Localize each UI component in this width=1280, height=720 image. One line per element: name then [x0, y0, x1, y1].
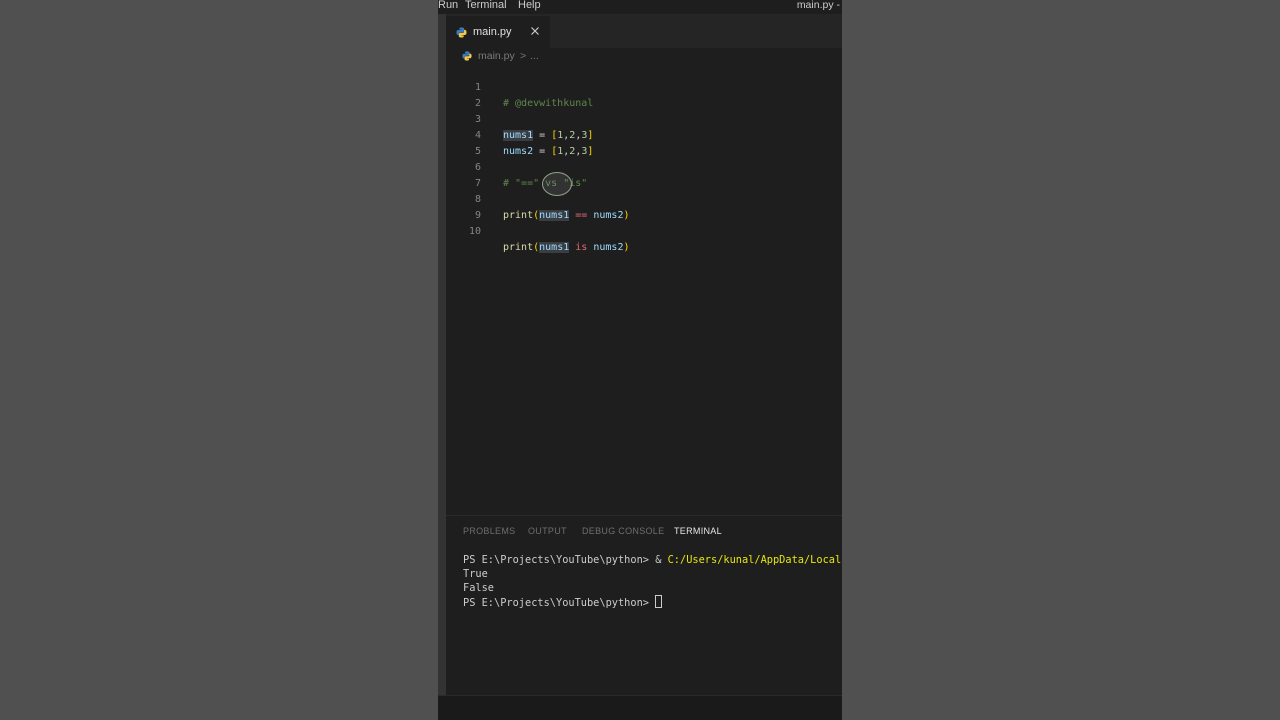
- code-line: 10 print(nums1 is nums2): [446, 208, 842, 253]
- breadcrumb-file[interactable]: main.py: [478, 49, 515, 63]
- code-line: 9: [446, 192, 842, 221]
- tab-output[interactable]: OUTPUT: [528, 524, 567, 538]
- bottom-panel: PROBLEMS OUTPUT DEBUG CONSOLE TERMINAL P…: [446, 515, 842, 696]
- terminal-prompt: PS E:\Projects\YouTube\python>: [463, 554, 656, 566]
- menu-bar: Run Terminal Help main.py -: [438, 0, 842, 14]
- code-editor[interactable]: 1 # @devwithkunal 2 3 nums1 = [1,2,3] 4 …: [446, 64, 842, 515]
- terminal-line: False: [463, 582, 494, 594]
- breadcrumb: main.py > ...: [446, 48, 842, 64]
- tab-label: main.py: [473, 26, 512, 38]
- terminal-line: True: [463, 568, 488, 580]
- tab-debug-console[interactable]: DEBUG CONSOLE: [582, 524, 664, 538]
- code-line: 5: [446, 128, 842, 157]
- terminal-prompt: PS E:\Projects\YouTube\python>: [463, 597, 656, 609]
- terminal-cursor: [655, 595, 663, 608]
- code-line: 4 nums2 = [1,2,3]: [446, 112, 842, 157]
- activity-bar: [438, 14, 446, 700]
- tab-problems[interactable]: PROBLEMS: [463, 524, 515, 538]
- terminal-line: PS E:\Projects\YouTube\python> & C:/User…: [463, 553, 842, 567]
- tab-main-py[interactable]: main.py: [446, 16, 550, 48]
- code-line: 2: [446, 80, 842, 109]
- code-line: 1 # @devwithkunal: [446, 64, 842, 109]
- terminal-output[interactable]: PS E:\Projects\YouTube\python> & C:/User…: [463, 553, 842, 609]
- status-bar: [438, 695, 842, 720]
- terminal-operator: &: [655, 554, 668, 566]
- menu-terminal[interactable]: Terminal: [465, 0, 507, 12]
- menu-run[interactable]: Run: [438, 0, 458, 12]
- close-icon[interactable]: [528, 24, 542, 38]
- vscode-window: Run Terminal Help main.py - main.py main…: [438, 0, 842, 720]
- breadcrumb-separator: >: [520, 50, 527, 62]
- terminal-line: PS E:\Projects\YouTube\python>: [463, 595, 842, 609]
- code-line: 3 nums1 = [1,2,3]: [446, 96, 842, 141]
- code-line: 8 print(nums1 == nums2): [446, 172, 842, 221]
- terminal-command-path: C:/Users/kunal/AppData/Local: [667, 554, 842, 566]
- python-icon: [462, 51, 472, 61]
- tab-terminal[interactable]: TERMINAL: [674, 524, 722, 538]
- right-background: [842, 0, 1280, 720]
- breadcrumb-more[interactable]: ...: [530, 49, 539, 63]
- editor-tab-bar: main.py: [446, 14, 842, 48]
- python-icon: [456, 27, 467, 38]
- left-background: [0, 0, 438, 720]
- code-text: print(nums1 is nums2): [503, 242, 630, 253]
- window-title: main.py -: [796, 0, 840, 11]
- code-line: 7: [446, 160, 842, 189]
- code-line: 6 # "==" vs "is": [446, 144, 842, 189]
- line-number: 10: [468, 226, 481, 237]
- menu-help[interactable]: Help: [518, 0, 541, 12]
